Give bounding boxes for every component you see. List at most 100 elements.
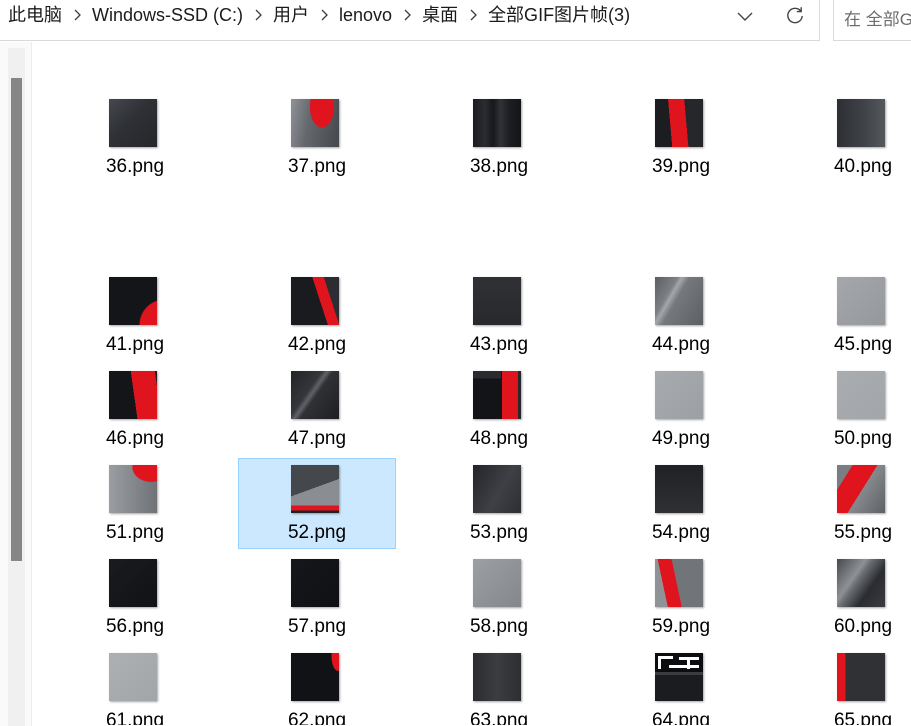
file-name-label: 65.png — [833, 710, 893, 725]
file-item[interactable]: 47.png — [238, 364, 396, 455]
file-item[interactable]: 37.png — [238, 92, 396, 183]
file-item[interactable]: 61.png — [56, 646, 214, 726]
file-name-label: 40.png — [833, 156, 893, 177]
file-thumbnail — [291, 559, 339, 607]
file-item[interactable]: 41.png — [56, 270, 214, 361]
file-name-label: 38.png — [469, 156, 529, 177]
file-thumbnail — [837, 277, 885, 325]
file-item[interactable]: 46.png — [56, 364, 214, 455]
file-thumbnail — [655, 277, 703, 325]
refresh-button[interactable] — [780, 2, 810, 30]
file-thumbnail — [655, 465, 703, 513]
breadcrumb-item-this-pc[interactable]: 此电脑 — [8, 3, 62, 27]
breadcrumb-separator[interactable] — [458, 3, 488, 27]
file-item[interactable]: 59.png — [602, 552, 760, 643]
file-item[interactable]: 49.png — [602, 364, 760, 455]
file-name-label: 61.png — [105, 710, 165, 725]
file-thumbnail — [291, 277, 339, 325]
file-item[interactable]: 40.png — [784, 92, 911, 183]
search-box[interactable] — [833, 0, 911, 41]
file-item[interactable]: 48.png — [420, 364, 578, 455]
file-name-label: 58.png — [469, 616, 529, 637]
file-name-label: 47.png — [287, 428, 347, 449]
file-item[interactable]: 56.png — [56, 552, 214, 643]
file-item[interactable]: 38.png — [420, 92, 578, 183]
file-name-label: 59.png — [651, 616, 711, 637]
file-item[interactable]: 45.png — [784, 270, 911, 361]
file-thumbnail — [655, 99, 703, 147]
file-thumbnail — [109, 371, 157, 419]
file-list: 36.png 37.png 38.png 39.png 40.png 41.png 42.p… — [32, 42, 911, 726]
file-thumbnail — [655, 371, 703, 419]
breadcrumb-separator[interactable] — [392, 3, 422, 27]
breadcrumb: 此电脑 Windows-SSD (C:) 用户 lenovo 桌面 全部GIF图… — [8, 3, 630, 27]
file-name-label: 42.png — [287, 334, 347, 355]
file-thumbnail — [655, 653, 703, 701]
file-thumbnail — [473, 653, 521, 701]
search-input[interactable] — [844, 6, 911, 34]
breadcrumb-separator[interactable] — [243, 3, 273, 27]
file-item[interactable]: 63.png — [420, 646, 578, 726]
file-item[interactable]: 58.png — [420, 552, 578, 643]
file-thumbnail — [109, 559, 157, 607]
file-item[interactable]: 36.png — [56, 92, 214, 183]
file-thumbnail — [109, 653, 157, 701]
file-thumbnail — [291, 371, 339, 419]
breadcrumb-item-drive[interactable]: Windows-SSD (C:) — [92, 3, 243, 27]
file-thumbnail — [473, 465, 521, 513]
file-thumbnail — [473, 99, 521, 147]
file-item[interactable]: 43.png — [420, 270, 578, 361]
breadcrumb-item-user-folder[interactable]: lenovo — [339, 3, 392, 27]
file-item[interactable]: 60.png — [784, 552, 911, 643]
breadcrumb-separator[interactable] — [62, 3, 92, 27]
file-item[interactable]: 51.png — [56, 458, 214, 549]
file-item[interactable]: 57.png — [238, 552, 396, 643]
file-thumbnail — [291, 653, 339, 701]
breadcrumb-item-current-folder[interactable]: 全部GIF图片帧(3) — [488, 3, 630, 27]
breadcrumb-item-desktop[interactable]: 桌面 — [422, 3, 458, 27]
file-name-label: 63.png — [469, 710, 529, 725]
scrollbar-track[interactable] — [8, 48, 25, 726]
file-thumbnail — [109, 99, 157, 147]
breadcrumb-separator[interactable] — [309, 3, 339, 27]
file-thumbnail — [291, 99, 339, 147]
file-name-label: 57.png — [287, 616, 347, 637]
navigation-pane — [0, 42, 32, 726]
file-item[interactable]: 55.png — [784, 458, 911, 549]
file-name-label: 56.png — [105, 616, 165, 637]
file-thumbnail — [837, 371, 885, 419]
file-item[interactable]: 54.png — [602, 458, 760, 549]
file-name-label: 46.png — [105, 428, 165, 449]
address-bar[interactable]: 此电脑 Windows-SSD (C:) 用户 lenovo 桌面 全部GIF图… — [0, 0, 820, 41]
recent-locations-button[interactable] — [730, 5, 760, 29]
file-name-label: 48.png — [469, 428, 529, 449]
chevron-right-icon — [470, 9, 477, 21]
file-item[interactable]: 64.png — [602, 646, 760, 726]
scrollbar-thumb[interactable] — [11, 78, 22, 561]
file-name-label: 45.png — [833, 334, 893, 355]
file-name-label: 53.png — [469, 522, 529, 543]
file-name-label: 39.png — [651, 156, 711, 177]
file-item[interactable]: 62.png — [238, 646, 396, 726]
file-name-label: 51.png — [105, 522, 165, 543]
file-thumbnail — [291, 465, 339, 513]
file-name-label: 41.png — [105, 334, 165, 355]
chevron-right-icon — [321, 9, 328, 21]
file-item[interactable]: 65.png — [784, 646, 911, 726]
file-item[interactable]: 42.png — [238, 270, 396, 361]
file-item[interactable]: 53.png — [420, 458, 578, 549]
file-name-label: 55.png — [833, 522, 893, 543]
file-item[interactable]: 50.png — [784, 364, 911, 455]
file-thumbnail — [109, 465, 157, 513]
file-thumbnail — [473, 559, 521, 607]
file-item[interactable]: 44.png — [602, 270, 760, 361]
breadcrumb-item-users[interactable]: 用户 — [273, 3, 309, 27]
chevron-right-icon — [255, 9, 262, 21]
file-name-label: 50.png — [833, 428, 893, 449]
file-item[interactable]: 39.png — [602, 92, 760, 183]
file-thumbnail — [837, 465, 885, 513]
file-name-label: 64.png — [651, 710, 711, 725]
file-name-label: 62.png — [287, 710, 347, 725]
file-name-label: 49.png — [651, 428, 711, 449]
file-item[interactable]: 52.png — [238, 458, 396, 549]
